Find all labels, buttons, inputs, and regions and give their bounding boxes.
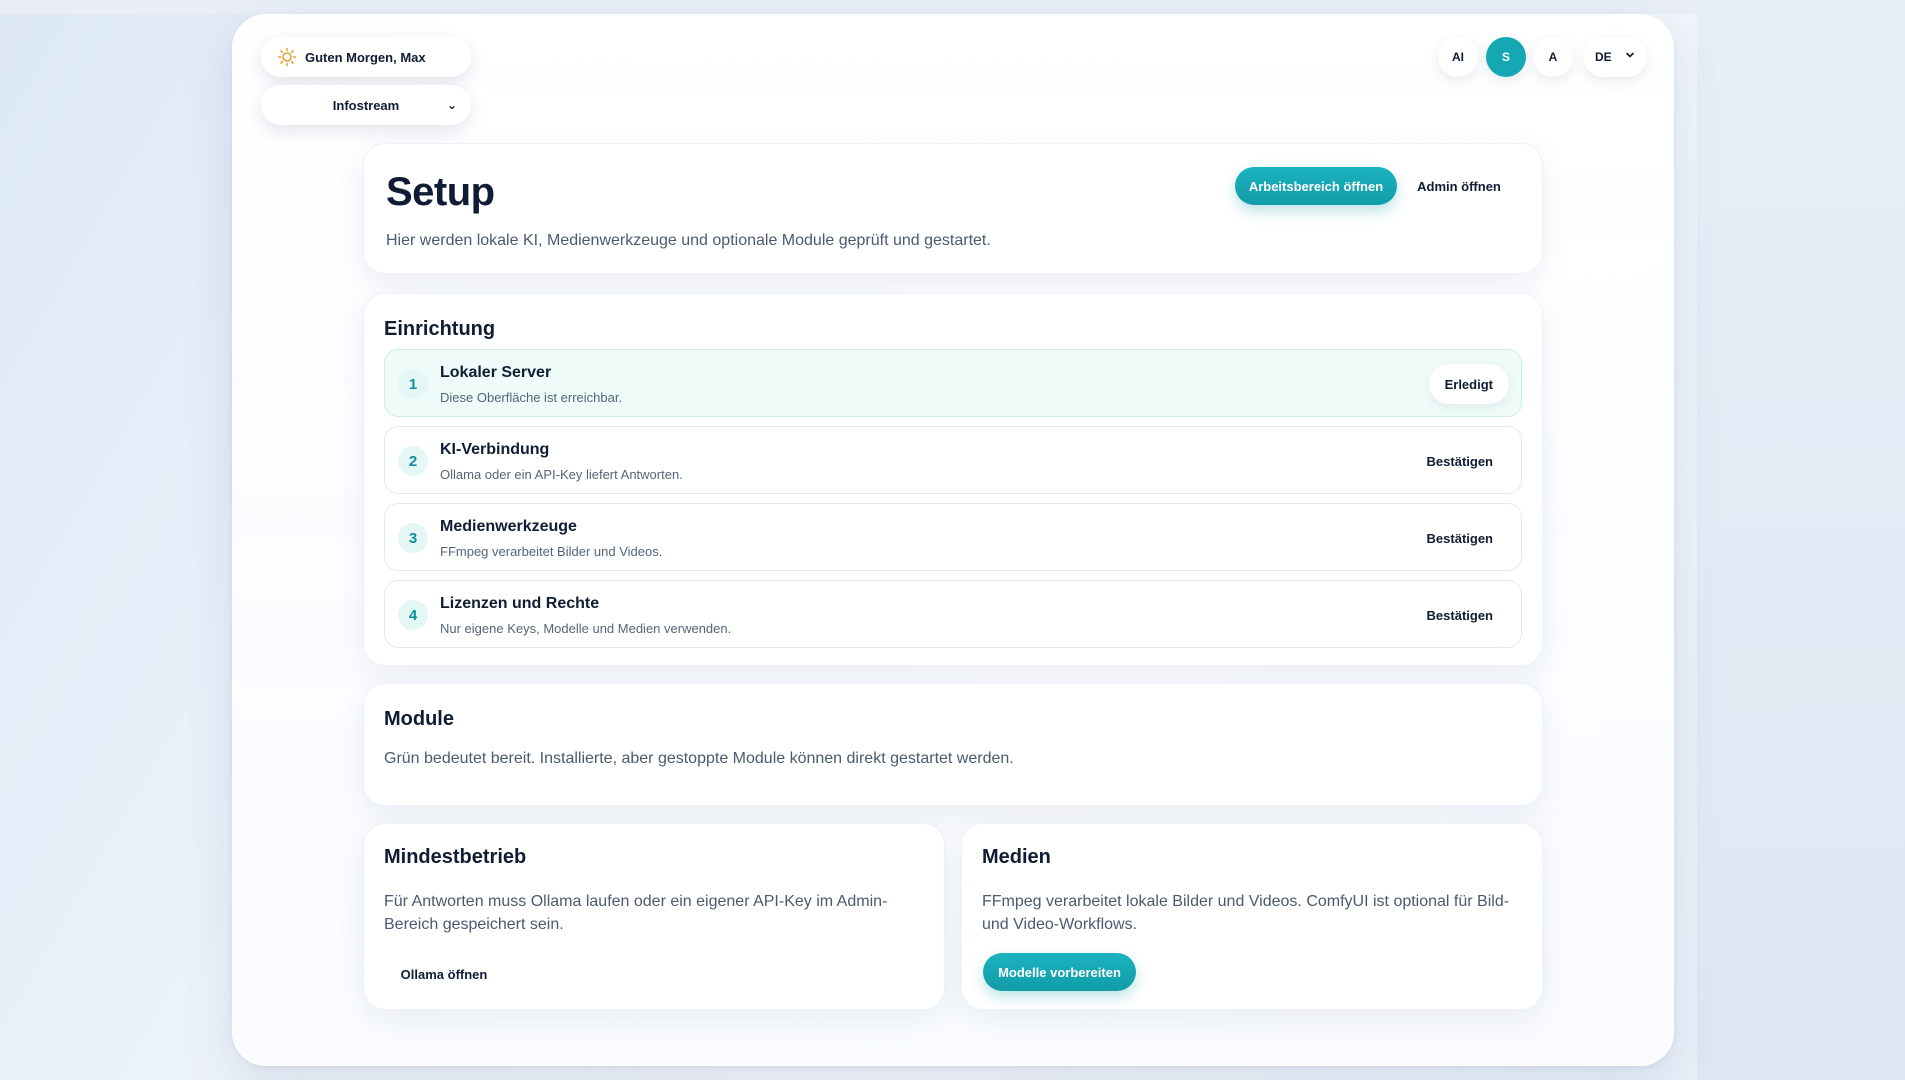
ai-toggle-button[interactable]: AI — [1438, 37, 1478, 77]
prepare-models-button[interactable]: Modelle vorbereiten — [983, 953, 1136, 991]
page-subtitle: Hier werden lokale KI, Medienwerkzeuge u… — [386, 232, 991, 249]
open-admin-button[interactable]: Admin öffnen — [1399, 167, 1519, 205]
a-toggle-label: A — [1548, 50, 1558, 64]
sun-icon — [277, 47, 297, 67]
step-description: Ollama oder ein API-Key liefert Antworte… — [440, 467, 683, 482]
step-confirm-button[interactable]: Bestätigen — [1411, 518, 1509, 558]
section-title-medien: Medien — [982, 846, 1051, 868]
s-toggle-button[interactable]: S — [1486, 37, 1526, 77]
chevron-down-icon — [1626, 52, 1634, 58]
step-number: 3 — [398, 523, 428, 553]
step-confirm-button[interactable]: Bestätigen — [1411, 441, 1509, 481]
greeting-pill: Guten Morgen, Max — [261, 37, 471, 77]
step-number: 4 — [398, 600, 428, 630]
open-workspace-button[interactable]: Arbeitsbereich öffnen — [1235, 167, 1397, 205]
open-ollama-button[interactable]: Ollama öffnen — [382, 955, 506, 993]
step-title: Lizenzen und Rechte — [440, 595, 600, 612]
step-title: Lokaler Server — [440, 364, 552, 381]
setup-card: Setup Hier werden lokale KI, Medienwerkz… — [363, 143, 1543, 274]
language-label: DE — [1595, 50, 1612, 64]
step-description: Nur eigene Keys, Modelle und Medien verw… — [440, 621, 732, 636]
mindestbetrieb-description: Für Antworten muss Ollama laufen oder ei… — [384, 893, 888, 933]
medien-card: Medien FFmpeg verarbeitet lokale Bilder … — [961, 823, 1543, 1010]
step-description: FFmpeg verarbeitet Bilder und Videos. — [440, 544, 663, 559]
step-number: 1 — [398, 369, 428, 399]
medien-description: FFmpeg verarbeitet lokale Bilder und Vid… — [982, 893, 1510, 933]
workspace-select[interactable]: Infostream ⌄ — [261, 85, 471, 125]
setup-step-3: 3 Medienwerkzeuge FFmpeg verarbeitet Bil… — [384, 503, 1522, 571]
step-number: 2 — [398, 446, 428, 476]
greeting-text: Guten Morgen, Max — [305, 49, 426, 65]
setup-step-2: 2 KI-Verbindung Ollama oder ein API-Key … — [384, 426, 1522, 494]
section-title-einrichtung: Einrichtung — [384, 318, 496, 340]
page-title: Setup — [386, 170, 495, 214]
setup-step-4: 4 Lizenzen und Rechte Nur eigene Keys, M… — [384, 580, 1522, 648]
section-title-module: Module — [384, 708, 454, 730]
section-title-mindestbetrieb: Mindestbetrieb — [384, 846, 527, 868]
setup-step-1: 1 Lokaler Server Diese Oberfläche ist er… — [384, 349, 1522, 417]
mindestbetrieb-card: Mindestbetrieb Für Antworten muss Ollama… — [363, 823, 945, 1010]
window-top-strip — [0, 0, 1905, 14]
language-select[interactable]: DE — [1583, 37, 1647, 77]
workspace-label: Infostream — [332, 97, 400, 113]
chevron-down-icon: ⌄ — [446, 98, 457, 112]
step-title: KI-Verbindung — [440, 441, 550, 458]
a-toggle-button[interactable]: A — [1533, 37, 1573, 77]
right-background-panel — [1697, 0, 1905, 1080]
s-toggle-label: S — [1501, 50, 1510, 64]
step-title: Medienwerkzeuge — [440, 518, 577, 535]
module-description: Grün bedeutet bereit. Installierte, aber… — [384, 750, 1014, 767]
einrichtung-card: Einrichtung 1 Lokaler Server Diese Oberf… — [363, 293, 1543, 666]
module-card: Module Grün bedeutet bereit. Installiert… — [363, 683, 1543, 806]
step-confirm-button[interactable]: Bestätigen — [1411, 595, 1509, 635]
step-done-button[interactable]: Erledigt — [1428, 364, 1509, 404]
ai-toggle-label: AI — [1452, 50, 1464, 64]
step-description: Diese Oberfläche ist erreichbar. — [440, 390, 623, 405]
